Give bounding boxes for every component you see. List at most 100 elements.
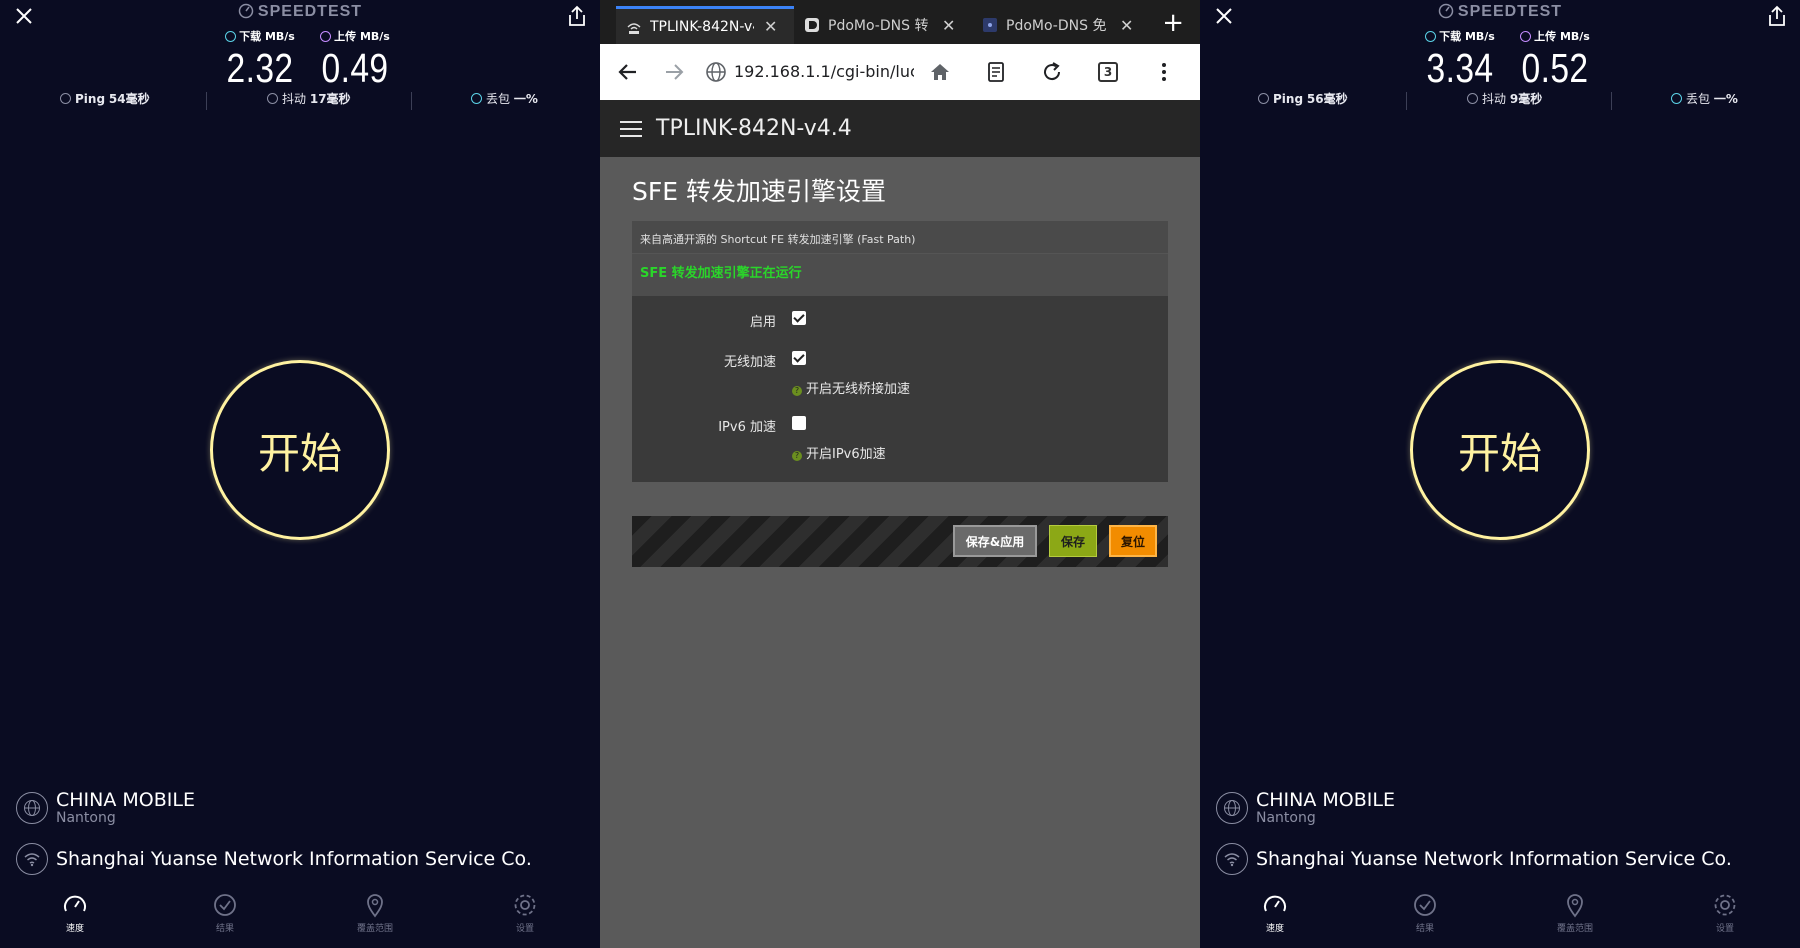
tab-speed[interactable]: 速度 — [35, 892, 115, 934]
isp-location: Nantong — [1256, 810, 1316, 826]
bottom-tab-bar: 速度 结果 覆盖范围 设置 — [1200, 892, 1800, 948]
divider — [206, 92, 207, 110]
new-tab-icon[interactable]: + — [1162, 8, 1184, 38]
section-description: 来自高通开源的 Shortcut FE 转发加速引擎 (Fast Path) — [632, 221, 1168, 254]
hamburger-menu-icon[interactable] — [620, 116, 642, 142]
speedtest-panel-right: SPEEDTEST 下载 MB/s 3.34 上传 MB/s 0.52 Ping… — [1200, 0, 1800, 948]
tab-title: TPLINK-842N-v4 — [650, 18, 754, 35]
jitter-stat: 抖动 9毫秒 — [1467, 90, 1542, 107]
ipv6-row: IPv6 加速 — [632, 416, 1168, 436]
download-value: 3.34 — [1426, 45, 1494, 91]
upload-metric: 上传 MB/s 0.49 — [300, 28, 410, 90]
isp-row[interactable]: CHINA MOBILE Nantong — [16, 790, 195, 826]
home-icon[interactable] — [918, 44, 962, 100]
enable-label: 启用 — [749, 315, 776, 330]
wifi-icon — [1216, 843, 1248, 875]
tab-settings[interactable]: 设置 — [485, 892, 565, 934]
download-icon — [1425, 31, 1437, 42]
browser-tab-strip: TPLINK-842N-v4 ✕ PdoMo-DNS 转 ✕ PdoMo-DNS… — [600, 0, 1200, 44]
download-metric: 下载 MB/s 2.32 — [205, 28, 315, 90]
stats-row: Ping 56毫秒 抖动 9毫秒 丢包 一% — [1200, 90, 1800, 110]
isp-name: CHINA MOBILE — [56, 789, 195, 811]
enable-checkbox[interactable] — [792, 311, 806, 325]
tab-coverage[interactable]: 覆盖范围 — [1535, 892, 1615, 934]
loss-value: 一% — [513, 92, 538, 106]
ping-value: 54毫秒 — [108, 92, 150, 106]
dns-favicon-icon — [805, 18, 819, 32]
forward-icon[interactable] — [652, 44, 696, 100]
brand-text: SPEEDTEST — [257, 3, 363, 20]
reload-icon[interactable] — [1030, 44, 1074, 100]
save-button[interactable]: 保存 — [1049, 525, 1097, 557]
upload-icon — [320, 31, 332, 42]
upload-label: 上传 MB/s — [1534, 30, 1590, 43]
back-icon[interactable] — [606, 44, 650, 100]
loss-stat: 丢包 一% — [471, 90, 538, 107]
close-tab-icon[interactable]: ✕ — [942, 16, 955, 35]
help-icon: ? — [792, 386, 802, 396]
wifi-icon — [16, 843, 48, 875]
tab-speed[interactable]: 速度 — [1235, 892, 1315, 934]
host-row[interactable]: Shanghai Yuanse Network Information Serv… — [1216, 843, 1732, 875]
map-pin-icon — [367, 894, 383, 918]
ping-stat: Ping 54毫秒 — [60, 90, 150, 107]
start-test-button[interactable]: 开始 — [210, 360, 390, 540]
speedtest-logo: SPEEDTEST — [0, 3, 600, 21]
ping-icon — [1258, 93, 1269, 104]
isp-row[interactable]: CHINA MOBILE Nantong — [1216, 790, 1395, 826]
download-label: 下载 MB/s — [239, 30, 295, 43]
ipv6-hint: ? 开启IPv6加速 — [792, 443, 886, 462]
upload-label: 上传 MB/s — [334, 30, 390, 43]
download-label: 下载 MB/s — [1439, 30, 1495, 43]
wireless-accel-checkbox[interactable] — [792, 351, 806, 365]
bottom-tab-bar: 速度 结果 覆盖范围 设置 — [0, 892, 600, 948]
divider — [1406, 92, 1407, 110]
jitter-value: 17毫秒 — [309, 92, 351, 106]
jitter-value: 9毫秒 — [1509, 92, 1543, 106]
close-tab-icon[interactable]: ✕ — [1120, 16, 1133, 35]
globe-icon — [1216, 792, 1248, 824]
ping-icon — [60, 93, 71, 104]
tab-title: PdoMo-DNS 转 — [828, 18, 929, 34]
enable-row: 启用 — [632, 311, 1168, 331]
close-tab-icon[interactable]: ✕ — [764, 17, 777, 36]
host-row[interactable]: Shanghai Yuanse Network Information Serv… — [16, 843, 532, 875]
wireless-row: 无线加速 — [632, 351, 1168, 371]
browser-tab-active[interactable]: TPLINK-842N-v4 ✕ — [616, 6, 794, 44]
start-test-button[interactable]: 开始 — [1410, 360, 1590, 540]
jitter-stat: 抖动 17毫秒 — [267, 90, 351, 107]
router-favicon-icon — [627, 22, 641, 34]
tab-results[interactable]: 结果 — [185, 892, 265, 934]
browser-tab[interactable]: PdoMo-DNS 免 ✕ — [972, 6, 1150, 44]
download-value: 2.32 — [226, 45, 294, 91]
url-field[interactable]: 192.168.1.1/cgi-bin/luci/ — [734, 62, 914, 81]
tab-title: PdoMo-DNS 免 — [1006, 18, 1107, 34]
wireless-label: 无线加速 — [723, 355, 776, 370]
tab-results[interactable]: 结果 — [1385, 892, 1465, 934]
reader-mode-icon[interactable] — [974, 44, 1018, 100]
loss-icon — [471, 93, 482, 104]
divider — [1611, 92, 1612, 110]
browser-tab[interactable]: PdoMo-DNS 转 ✕ — [794, 6, 972, 44]
tab-coverage[interactable]: 覆盖范围 — [335, 892, 415, 934]
brand-text: SPEEDTEST — [1457, 3, 1563, 20]
ipv6-label: IPv6 加速 — [718, 420, 776, 435]
settings-card: 来自高通开源的 Shortcut FE 转发加速引擎 (Fast Path) S… — [632, 221, 1168, 482]
tab-switcher-button[interactable]: 3 — [1086, 44, 1130, 100]
gear-icon — [1714, 894, 1736, 916]
save-apply-button[interactable]: 保存&应用 — [953, 525, 1037, 557]
reset-button[interactable]: 复位 — [1109, 525, 1157, 557]
more-menu-icon[interactable] — [1142, 44, 1186, 100]
tab-settings[interactable]: 设置 — [1685, 892, 1765, 934]
browser-window: TPLINK-842N-v4 ✕ PdoMo-DNS 转 ✕ PdoMo-DNS… — [600, 0, 1200, 948]
speed-icon — [1264, 895, 1286, 912]
download-metric: 下载 MB/s 3.34 — [1405, 28, 1515, 90]
stats-row: Ping 54毫秒 抖动 17毫秒 丢包 一% — [0, 90, 600, 110]
jitter-icon — [1467, 93, 1478, 104]
gauge-icon — [238, 3, 254, 19]
address-bar: 192.168.1.1/cgi-bin/luci/ 3 — [600, 44, 1200, 100]
divider — [411, 92, 412, 110]
router-header: TPLINK-842N-v4.4 — [600, 100, 1200, 157]
upload-metric: 上传 MB/s 0.52 — [1500, 28, 1610, 90]
ipv6-accel-checkbox[interactable] — [792, 416, 806, 430]
